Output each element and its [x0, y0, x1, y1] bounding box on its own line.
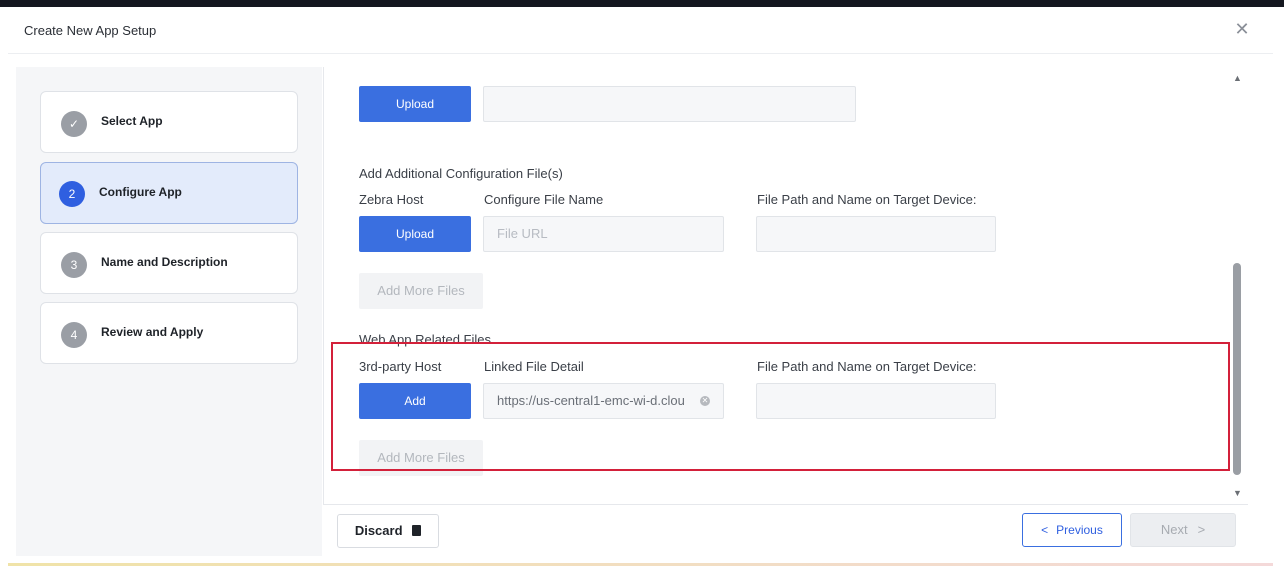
- config-target-path-input[interactable]: [756, 216, 996, 252]
- step-name-description[interactable]: 3 Name and Description: [40, 232, 298, 294]
- step-label: Configure App: [99, 185, 182, 199]
- step-label: Review and Apply: [101, 325, 204, 339]
- config-file-name-label: Configure File Name: [484, 192, 604, 207]
- previous-button[interactable]: < Previous: [1022, 513, 1122, 547]
- scrollbar-thumb[interactable]: [1233, 263, 1241, 475]
- scroll-down-icon[interactable]: ▼: [1233, 488, 1242, 498]
- trash-icon: [412, 525, 422, 536]
- discard-label: Discard: [354, 523, 403, 538]
- highlight-box: [331, 342, 1230, 471]
- chevron-left-icon: <: [1041, 523, 1049, 537]
- step-configure-app[interactable]: 2 Configure App: [40, 162, 298, 224]
- next-label: Next: [1160, 522, 1188, 537]
- config-add-more-files-button[interactable]: Add More Files: [359, 273, 483, 309]
- zebra-host-label: Zebra Host: [359, 192, 424, 207]
- step-number: 2: [59, 181, 85, 207]
- step-select-app[interactable]: ✓ Select App: [40, 91, 298, 153]
- step-number: 4: [61, 322, 87, 348]
- upload-file-field[interactable]: [483, 86, 856, 122]
- additional-config-title: Add Additional Configuration File(s): [359, 166, 563, 181]
- top-bar: [0, 0, 1284, 7]
- scroll-up-icon[interactable]: ▲: [1233, 73, 1242, 83]
- step-review-apply[interactable]: 4 Review and Apply: [40, 302, 298, 364]
- discard-button[interactable]: Discard: [337, 514, 439, 548]
- step-number: 3: [61, 252, 87, 278]
- step-label: Name and Description: [101, 255, 228, 269]
- next-button[interactable]: Next >: [1130, 513, 1236, 547]
- close-icon[interactable]: ✕: [1232, 19, 1252, 39]
- chevron-right-icon: >: [1197, 522, 1206, 537]
- target-path-label: File Path and Name on Target Device:: [757, 192, 977, 207]
- step-label: Select App: [101, 114, 163, 128]
- checkmark-icon: ✓: [61, 111, 87, 137]
- upload-button[interactable]: Upload: [359, 86, 471, 122]
- config-upload-button[interactable]: Upload: [359, 216, 471, 252]
- previous-label: Previous: [1056, 523, 1103, 537]
- steps-panel: ✓ Select App 2 Configure App 3 Name and …: [16, 67, 322, 556]
- bottom-accent-bar: [8, 563, 1273, 566]
- file-url-input[interactable]: File URL: [483, 216, 724, 252]
- dialog-title: Create New App Setup: [24, 23, 157, 38]
- title-divider: [8, 53, 1273, 54]
